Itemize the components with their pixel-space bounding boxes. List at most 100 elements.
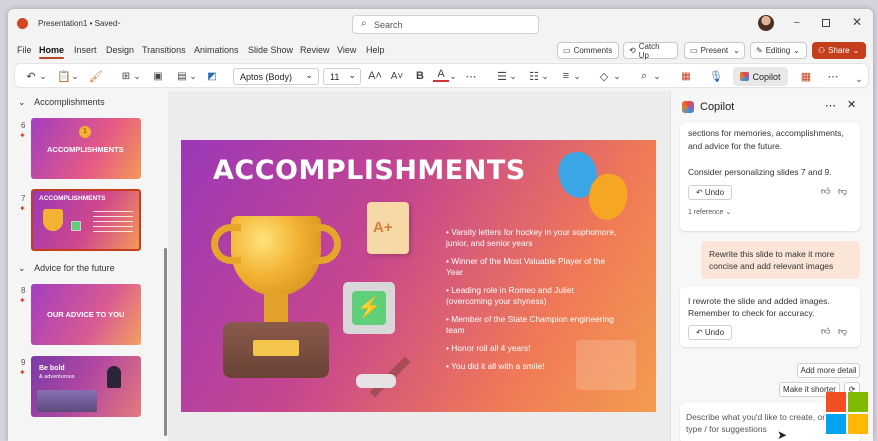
increase-font-icon[interactable]: A˄ <box>367 68 383 84</box>
tab-transitions[interactable]: Transitions <box>142 45 186 55</box>
chevron-down-icon[interactable]: ⌄ <box>449 68 457 84</box>
tab-review[interactable]: Review <box>300 45 330 55</box>
minimize-icon[interactable]: – <box>794 17 800 28</box>
chevron-down-icon[interactable]: ⌄ <box>613 68 621 84</box>
tab-animations[interactable]: Animations <box>194 45 239 55</box>
undo-icon[interactable]: ↶ <box>21 68 41 84</box>
reference-label: 1 reference <box>688 209 724 216</box>
thumbs-down-icon[interactable]: 👎︎ <box>838 326 847 337</box>
bullet-5[interactable]: • Honor roll all 4 years! <box>446 343 621 354</box>
home-ribbon: ↶ ⌄ 📋 ⌄ 🖌 ⊞ ⌄ ▣ ▤ ⌄ ◩ Aptos (Body) ⌄ 11 … <box>14 63 869 88</box>
close-icon[interactable]: ✕ <box>847 98 856 111</box>
font-family-dropdown[interactable]: Aptos (Body) ⌄ <box>233 68 319 85</box>
collapse-ribbon-icon[interactable]: ⌄ <box>853 71 865 87</box>
close-icon[interactable]: ✕ <box>852 15 862 29</box>
drama-masks-icon <box>554 148 634 227</box>
slide-thumbnail-6[interactable]: 1 ACCOMPLISHMENTS <box>31 118 141 179</box>
avatar[interactable] <box>758 15 774 31</box>
slide-thumbnail-8[interactable]: OUR ADVICE TO YOU <box>31 284 141 345</box>
chevron-down-icon: ⌄ <box>18 263 26 273</box>
trophy-icon <box>43 209 63 231</box>
undo-button[interactable]: ↶ Undo <box>688 185 732 200</box>
copilot-icon <box>740 72 750 81</box>
find-icon[interactable]: ⌕ <box>635 68 653 84</box>
section-header-advice[interactable]: ⌄ Advice for the future <box>18 263 115 274</box>
logo-red-square <box>826 392 846 412</box>
decrease-font-icon[interactable]: A˅ <box>389 68 405 84</box>
document-title[interactable]: Presentation1 • Saved <box>38 19 117 28</box>
dictate-icon[interactable]: 🎙 <box>707 68 725 84</box>
chevron-down-icon[interactable]: ⌄ <box>189 68 197 84</box>
tab-design[interactable]: Design <box>106 45 134 55</box>
reuse-slides-icon[interactable]: ▣ <box>149 68 167 84</box>
copilot-pane: Copilot ⋯ ✕ sections for memories, accom… <box>670 91 873 441</box>
bold-button[interactable]: B <box>413 68 427 84</box>
search-box[interactable]: ⌕ Search <box>352 15 539 34</box>
chevron-down-icon[interactable]: ⌄ <box>39 68 47 84</box>
section-header-accomplishments[interactable]: ⌄ Accomplishments <box>18 97 105 108</box>
chevron-down-icon[interactable]: ⌄ <box>509 68 517 84</box>
font-size-dropdown[interactable]: 11 ⌄ <box>323 68 361 85</box>
bullet-3[interactable]: • Leading role in Romeo and Juliet (over… <box>446 285 621 307</box>
slide-number: 9 <box>21 358 26 367</box>
chevron-down-icon[interactable]: ⌄ <box>71 68 79 84</box>
chevron-down-icon[interactable]: ⌄ <box>541 68 549 84</box>
font-family-value: Aptos (Body) <box>240 72 293 82</box>
format-painter-icon[interactable]: 🖌 <box>87 68 105 84</box>
tab-help[interactable]: Help <box>366 45 385 55</box>
font-color-icon[interactable]: A <box>433 68 449 82</box>
slide-thumbnail-7[interactable]: ACCOMPLISHMENTS <box>31 189 141 251</box>
more-options-icon[interactable]: ⋯ <box>463 68 479 84</box>
bullet-4[interactable]: • Member of the State Champion engineeri… <box>446 314 621 336</box>
tab-view[interactable]: View <box>337 45 356 55</box>
bullet-6[interactable]: • You did it all with a smile! <box>446 361 621 372</box>
tab-file[interactable]: File <box>17 45 32 55</box>
copilot-pane-title: Copilot <box>700 101 735 113</box>
slide-7-canvas[interactable]: ACCOMPLISHMENTS A+ ⚡ • Varsity letters f… <box>181 140 656 412</box>
tab-insert[interactable]: Insert <box>74 45 97 55</box>
more-options-icon[interactable]: ⋯ <box>825 68 841 84</box>
thumbnail-title: ACCOMPLISHMENTS <box>47 145 124 154</box>
bullet-2[interactable]: • Winner of the Most Valuable Player of … <box>446 256 621 278</box>
comments-button[interactable]: ▭ Comments <box>557 42 619 59</box>
thumbs-down-icon[interactable]: 👎︎ <box>838 186 847 197</box>
tab-home[interactable]: Home <box>39 45 64 55</box>
designer-icon[interactable]: ▦ <box>677 68 695 84</box>
tab-slide-show[interactable]: Slide Show <box>248 45 293 55</box>
trophy-stem <box>264 294 288 324</box>
copilot-label: Copilot <box>752 71 781 82</box>
message-text: I rewrote the slide and added images. Re… <box>688 296 830 318</box>
addins-icon[interactable]: ▦ <box>798 68 814 84</box>
undo-icon: ↶ <box>695 188 705 197</box>
search-placeholder: Search <box>374 20 403 30</box>
thumbs-up-icon[interactable]: 👍︎ <box>821 186 830 197</box>
chevron-down-icon[interactable]: ⌄ <box>653 68 661 84</box>
tab-home-underline <box>39 57 64 59</box>
slide-title[interactable]: ACCOMPLISHMENTS <box>213 155 526 186</box>
design-icon[interactable]: ◩ <box>203 68 221 84</box>
chevron-down-icon[interactable]: ⌄ <box>116 18 122 26</box>
undo-button[interactable]: ↶ Undo <box>688 325 732 340</box>
shapes-icon[interactable]: ◇ <box>595 68 613 84</box>
reference-toggle[interactable]: 1 reference ⌄ <box>688 208 731 216</box>
maximize-icon[interactable] <box>822 19 830 27</box>
editing-mode-button[interactable]: ✎ Editing ⌄ <box>750 42 807 59</box>
suggestion-add-more-detail[interactable]: Add more detail <box>797 363 860 378</box>
catch-up-button[interactable]: ⟲ Catch Up <box>623 42 678 60</box>
bullet-1[interactable]: • Varsity letters for hockey in your sop… <box>446 227 621 249</box>
copilot-ribbon-button[interactable]: Copilot <box>733 67 788 86</box>
chevron-down-icon[interactable]: ⌄ <box>573 68 581 84</box>
trophy-handle-left <box>211 224 241 264</box>
copilot-logo-icon <box>682 101 694 113</box>
hockey-stick-image <box>356 352 436 398</box>
share-button[interactable]: ⚇ Share ⌄ <box>812 42 866 59</box>
chevron-down-icon[interactable]: ⌄ <box>133 68 141 84</box>
thumbnails-scrollbar[interactable] <box>164 248 167 436</box>
thumbnail-subtitle: & adventurous <box>39 374 75 380</box>
slide-thumbnail-9[interactable]: Be bold & adventurous <box>31 356 141 417</box>
more-options-icon[interactable]: ⋯ <box>825 99 836 112</box>
user-message: Rewrite this slide to make it more conci… <box>701 241 860 279</box>
section-label: Accomplishments <box>34 97 105 107</box>
present-button[interactable]: ▭ Present ⌄ <box>684 42 745 59</box>
thumbs-up-icon[interactable]: 👍︎ <box>821 326 830 337</box>
